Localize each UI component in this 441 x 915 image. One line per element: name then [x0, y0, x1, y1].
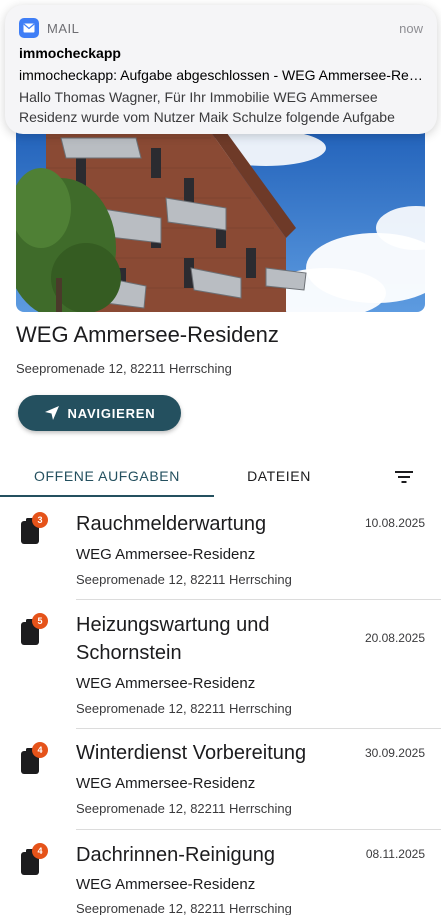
task-title: Rauchmelderwartung: [76, 513, 267, 535]
divider: [76, 829, 441, 830]
tab-open-tasks[interactable]: OFFENE AUFGABEN: [0, 455, 214, 497]
task-date: 10.08.2025: [364, 516, 425, 530]
task-property: WEG Ammersee-Residenz: [76, 675, 256, 692]
mail-app-icon: [19, 18, 39, 38]
property-photo: [16, 118, 425, 312]
task-count-badge: 3: [32, 512, 48, 528]
mail-notification[interactable]: MAIL now immocheckapp immocheckapp: Aufg…: [5, 5, 437, 134]
task-clipboard-icon: 3: [20, 512, 50, 545]
task-count-badge: 4: [32, 742, 48, 758]
task-clipboard-icon: 4: [20, 843, 50, 876]
tab-bar: OFFENE AUFGABEN DATEIEN: [0, 455, 441, 499]
active-tab-indicator: [0, 495, 214, 497]
task-address: Seepromenade 12, 82211 Herrsching: [76, 801, 292, 816]
notification-app-name: MAIL: [47, 20, 80, 36]
divider: [76, 728, 441, 729]
task-property: WEG Ammersee-Residenz: [76, 876, 256, 893]
navigation-arrow-icon: [44, 406, 59, 420]
task-address: Seepromenade 12, 82211 Herrsching: [76, 572, 292, 587]
navigate-button-label: NAVIGIEREN: [67, 405, 156, 421]
task-address: Seepromenade 12, 82211 Herrsching: [76, 701, 292, 716]
property-address: Seepromenade 12, 82211 Herrsching: [16, 361, 232, 376]
notification-body: Hallo Thomas Wagner, Für Ihr Immobilie W…: [19, 89, 395, 125]
task-property: WEG Ammersee-Residenz: [76, 546, 256, 563]
task-clipboard-icon: 4: [20, 742, 50, 775]
task-count-badge: 4: [32, 843, 48, 859]
task-date: 30.09.2025: [364, 746, 425, 760]
notification-time: now: [399, 20, 423, 36]
task-clipboard-icon: 5: [20, 613, 50, 646]
filter-icon[interactable]: [392, 465, 416, 489]
task-property: WEG Ammersee-Residenz: [76, 775, 256, 792]
task-count-badge: 5: [32, 613, 48, 629]
divider: [76, 599, 441, 600]
tab-files[interactable]: DATEIEN: [214, 455, 344, 497]
notification-sender: immocheckapp: [19, 45, 121, 61]
notification-subject: immocheckapp: Aufgabe abgeschlossen - WE…: [19, 67, 423, 83]
task-date: 20.08.2025: [364, 631, 425, 645]
task-title: Heizungswartung und Schornstein: [76, 614, 270, 664]
navigate-button[interactable]: NAVIGIEREN: [18, 395, 181, 431]
task-date: 08.11.2025: [365, 847, 425, 861]
task-title: Dachrinnen-Reinigung: [76, 844, 276, 866]
task-title: Winterdienst Vorbereitung: [76, 742, 307, 764]
property-title: WEG Ammersee-Residenz: [16, 322, 279, 347]
task-address: Seepromenade 12, 82211 Herrsching: [76, 901, 292, 915]
